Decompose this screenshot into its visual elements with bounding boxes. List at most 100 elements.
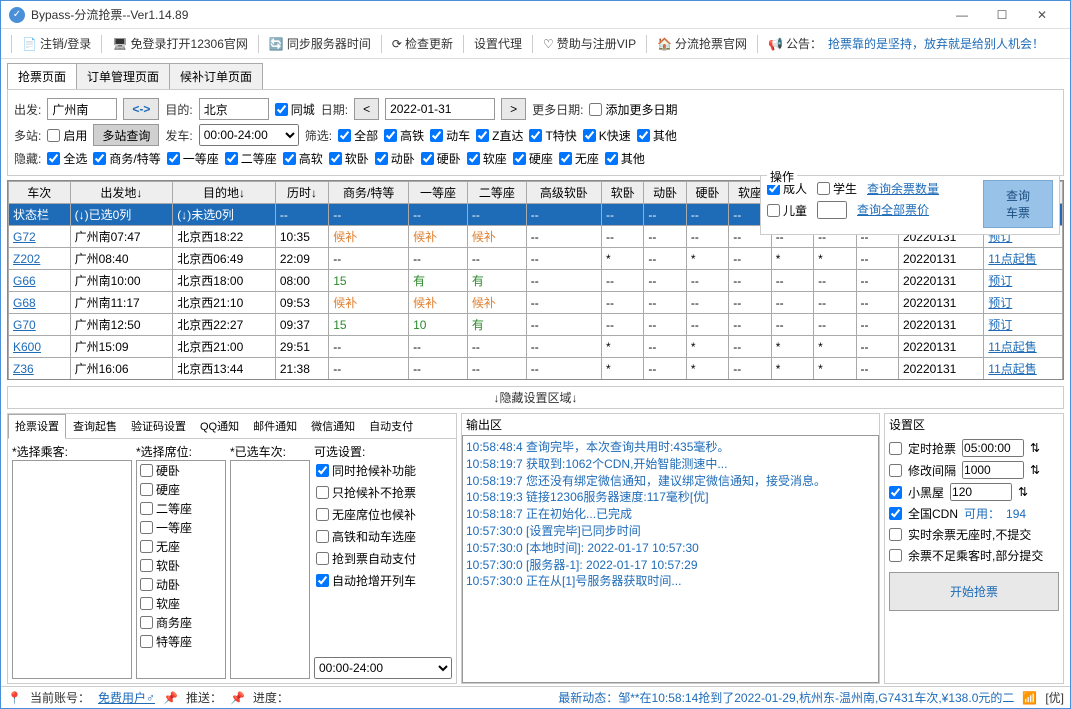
hide-sw[interactable]	[93, 152, 106, 165]
col-header[interactable]: 高级软卧	[526, 182, 601, 204]
swap-button[interactable]: <->	[123, 98, 159, 120]
maximize-button[interactable]: ☐	[982, 1, 1022, 29]
passenger-list[interactable]	[12, 460, 132, 679]
col-header[interactable]: 二等座	[467, 182, 526, 204]
samecity-checkbox[interactable]	[275, 103, 288, 116]
opt-time-select[interactable]: 00:00-24:00	[314, 657, 452, 679]
account-type[interactable]: 免费用户♂	[98, 689, 155, 706]
hide-yz[interactable]	[513, 152, 526, 165]
filter-other[interactable]	[637, 129, 650, 142]
option-item[interactable]: 自动抢增开列车	[316, 572, 450, 589]
hide-yd[interactable]	[167, 152, 180, 165]
table-row[interactable]: Z202广州08:40北京西06:4922:09--------*--*--**…	[9, 248, 1063, 270]
close-button[interactable]: ✕	[1022, 1, 1062, 29]
hide-settings-toggle[interactable]: ↓隐藏设置区域↓	[7, 386, 1064, 409]
child-checkbox[interactable]	[767, 204, 780, 217]
query-price-link[interactable]: 查询全部票价	[857, 201, 929, 219]
check-update-menu[interactable]: ⟳检查更新	[388, 33, 457, 54]
multi-query-button[interactable]: 多站查询	[93, 124, 159, 146]
seat-item[interactable]: 二等座	[137, 499, 225, 518]
child-count-input[interactable]	[817, 201, 847, 219]
col-header[interactable]: 出发地↓	[70, 182, 173, 204]
subtab[interactable]: QQ通知	[193, 414, 246, 438]
notenough-checkbox[interactable]	[889, 549, 902, 562]
addmore-checkbox[interactable]	[589, 103, 602, 116]
filter-all[interactable]	[338, 129, 351, 142]
col-header[interactable]: 硬卧	[686, 182, 728, 204]
hide-wz[interactable]	[559, 152, 572, 165]
date-input[interactable]	[385, 98, 495, 120]
option-item[interactable]: 只抢候补不抢票	[316, 484, 450, 501]
date-prev-button[interactable]: <	[354, 98, 379, 120]
hide-yw[interactable]	[421, 152, 434, 165]
option-item[interactable]: 抢到票自动支付	[316, 550, 450, 567]
seat-item[interactable]: 动卧	[137, 575, 225, 594]
start-grab-button[interactable]: 开始抢票	[889, 572, 1059, 611]
filter-gaotie[interactable]	[384, 129, 397, 142]
hide-dw[interactable]	[375, 152, 388, 165]
hide-all[interactable]	[47, 152, 60, 165]
hide-rz[interactable]	[467, 152, 480, 165]
hide-gr[interactable]	[283, 152, 296, 165]
enable-multi-checkbox[interactable]	[47, 129, 60, 142]
query-remain-link[interactable]: 查询余票数量	[867, 180, 939, 197]
date-next-button[interactable]: >	[501, 98, 526, 120]
filter-z[interactable]	[476, 129, 489, 142]
seat-item[interactable]: 软卧	[137, 556, 225, 575]
blackroom-checkbox[interactable]	[889, 486, 902, 499]
col-header[interactable]: 车次	[9, 182, 71, 204]
interval-value[interactable]	[962, 461, 1024, 479]
seat-item[interactable]: 一等座	[137, 518, 225, 537]
official-site-menu[interactable]: 🏠分流抢票官网	[653, 33, 751, 54]
tab-orders[interactable]: 订单管理页面	[76, 63, 170, 89]
tab-waitlist[interactable]: 候补订单页面	[169, 63, 263, 89]
proxy-menu[interactable]: 设置代理	[470, 33, 526, 54]
col-header[interactable]: 软卧	[602, 182, 644, 204]
donate-menu[interactable]: ♡赞助与注册VIP	[539, 33, 640, 54]
seat-item[interactable]: 硬卧	[137, 461, 225, 480]
subtab[interactable]: 邮件通知	[246, 414, 304, 438]
table-row[interactable]: G68广州南11:17北京西21:1009:53候补候补候补----------…	[9, 292, 1063, 314]
dep-time-select[interactable]: 00:00-24:00	[199, 124, 299, 146]
selected-train-list[interactable]	[230, 460, 310, 679]
subtab[interactable]: 微信通知	[304, 414, 362, 438]
table-row[interactable]: K600广州15:09北京西21:0029:51--------*--*--**…	[9, 336, 1063, 358]
hide-qt[interactable]	[605, 152, 618, 165]
sync-time-menu[interactable]: 🔄同步服务器时间	[265, 33, 375, 54]
query-ticket-button[interactable]: 查询 车票	[983, 180, 1053, 228]
option-item[interactable]: 无座席位也候补	[316, 506, 450, 523]
option-item[interactable]: 同时抢候补功能	[316, 462, 450, 479]
subtab[interactable]: 查询起售	[66, 414, 124, 438]
subtab[interactable]: 抢票设置	[8, 414, 66, 439]
col-header[interactable]: 目的地↓	[173, 182, 276, 204]
logout-menu[interactable]: 📄注销/登录	[18, 33, 95, 54]
col-header[interactable]: 商务/特等	[329, 182, 409, 204]
option-item[interactable]: 高铁和动车选座	[316, 528, 450, 545]
timed-checkbox[interactable]	[889, 442, 902, 455]
filter-dongche[interactable]	[430, 129, 443, 142]
subtab[interactable]: 自动支付	[362, 414, 420, 438]
col-header[interactable]: 历时↓	[275, 182, 328, 204]
open-12306-menu[interactable]: 🖥免登录打开12306官网	[108, 33, 252, 54]
hide-rw[interactable]	[329, 152, 342, 165]
output-box[interactable]: 10:58:48:4 查询完毕，本次查询共用时:435毫秒。10:58:19:7…	[462, 435, 879, 683]
hide-ed[interactable]	[225, 152, 238, 165]
col-header[interactable]: 一等座	[409, 182, 468, 204]
filter-t[interactable]	[529, 129, 542, 142]
table-row[interactable]: Z36广州16:06北京西13:4421:38--------*--*--**-…	[9, 358, 1063, 380]
minimize-button[interactable]: —	[942, 1, 982, 29]
seat-item[interactable]: 无座	[137, 537, 225, 556]
col-header[interactable]: 动卧	[644, 182, 686, 204]
tab-grab[interactable]: 抢票页面	[7, 63, 77, 89]
table-row[interactable]: G70广州南12:50北京西22:2709:371510有-----------…	[9, 314, 1063, 336]
interval-checkbox[interactable]	[889, 464, 902, 477]
seat-item[interactable]: 商务座	[137, 613, 225, 632]
to-input[interactable]	[199, 98, 269, 120]
cdn-checkbox[interactable]	[889, 507, 902, 520]
table-row[interactable]: G66广州南10:00北京西18:0008:0015有有------------…	[9, 270, 1063, 292]
seat-item[interactable]: 软座	[137, 594, 225, 613]
blackroom-value[interactable]	[950, 483, 1012, 501]
student-checkbox[interactable]	[817, 182, 830, 195]
seat-item[interactable]: 特等座	[137, 632, 225, 651]
from-input[interactable]	[47, 98, 117, 120]
